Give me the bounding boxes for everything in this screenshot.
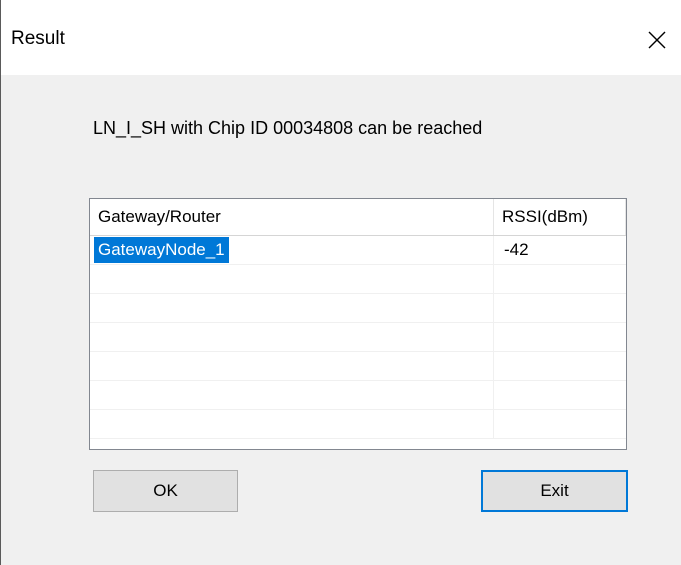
reachability-message: LN_I_SH with Chip ID 00034808 can be rea… bbox=[93, 118, 483, 138]
rssi-cell: -42 bbox=[504, 240, 529, 259]
window-title: Result bbox=[11, 28, 65, 49]
close-icon bbox=[648, 31, 666, 49]
title-bar[interactable]: Result bbox=[1, 0, 681, 75]
result-dialog: Result LN_I_SH with Chip ID 00034808 can… bbox=[0, 0, 681, 565]
empty-row bbox=[90, 352, 626, 381]
empty-row bbox=[90, 410, 626, 439]
empty-row bbox=[90, 323, 626, 352]
ok-button[interactable]: OK bbox=[93, 470, 238, 512]
close-button[interactable] bbox=[637, 20, 677, 60]
gateway-list[interactable]: Gateway/Router RSSI(dBm) GatewayNode_1 -… bbox=[89, 198, 627, 450]
empty-row bbox=[90, 294, 626, 323]
empty-row bbox=[90, 381, 626, 410]
empty-row bbox=[90, 265, 626, 294]
column-header-gateway[interactable]: Gateway/Router bbox=[90, 199, 494, 235]
gateway-cell: GatewayNode_1 bbox=[90, 236, 494, 264]
exit-button[interactable]: Exit bbox=[481, 470, 628, 512]
list-header: Gateway/Router RSSI(dBm) bbox=[90, 199, 626, 236]
table-row[interactable]: GatewayNode_1 -42 bbox=[90, 236, 626, 265]
column-header-rssi[interactable]: RSSI(dBm) bbox=[494, 199, 626, 235]
selected-gateway-name: GatewayNode_1 bbox=[94, 237, 229, 263]
